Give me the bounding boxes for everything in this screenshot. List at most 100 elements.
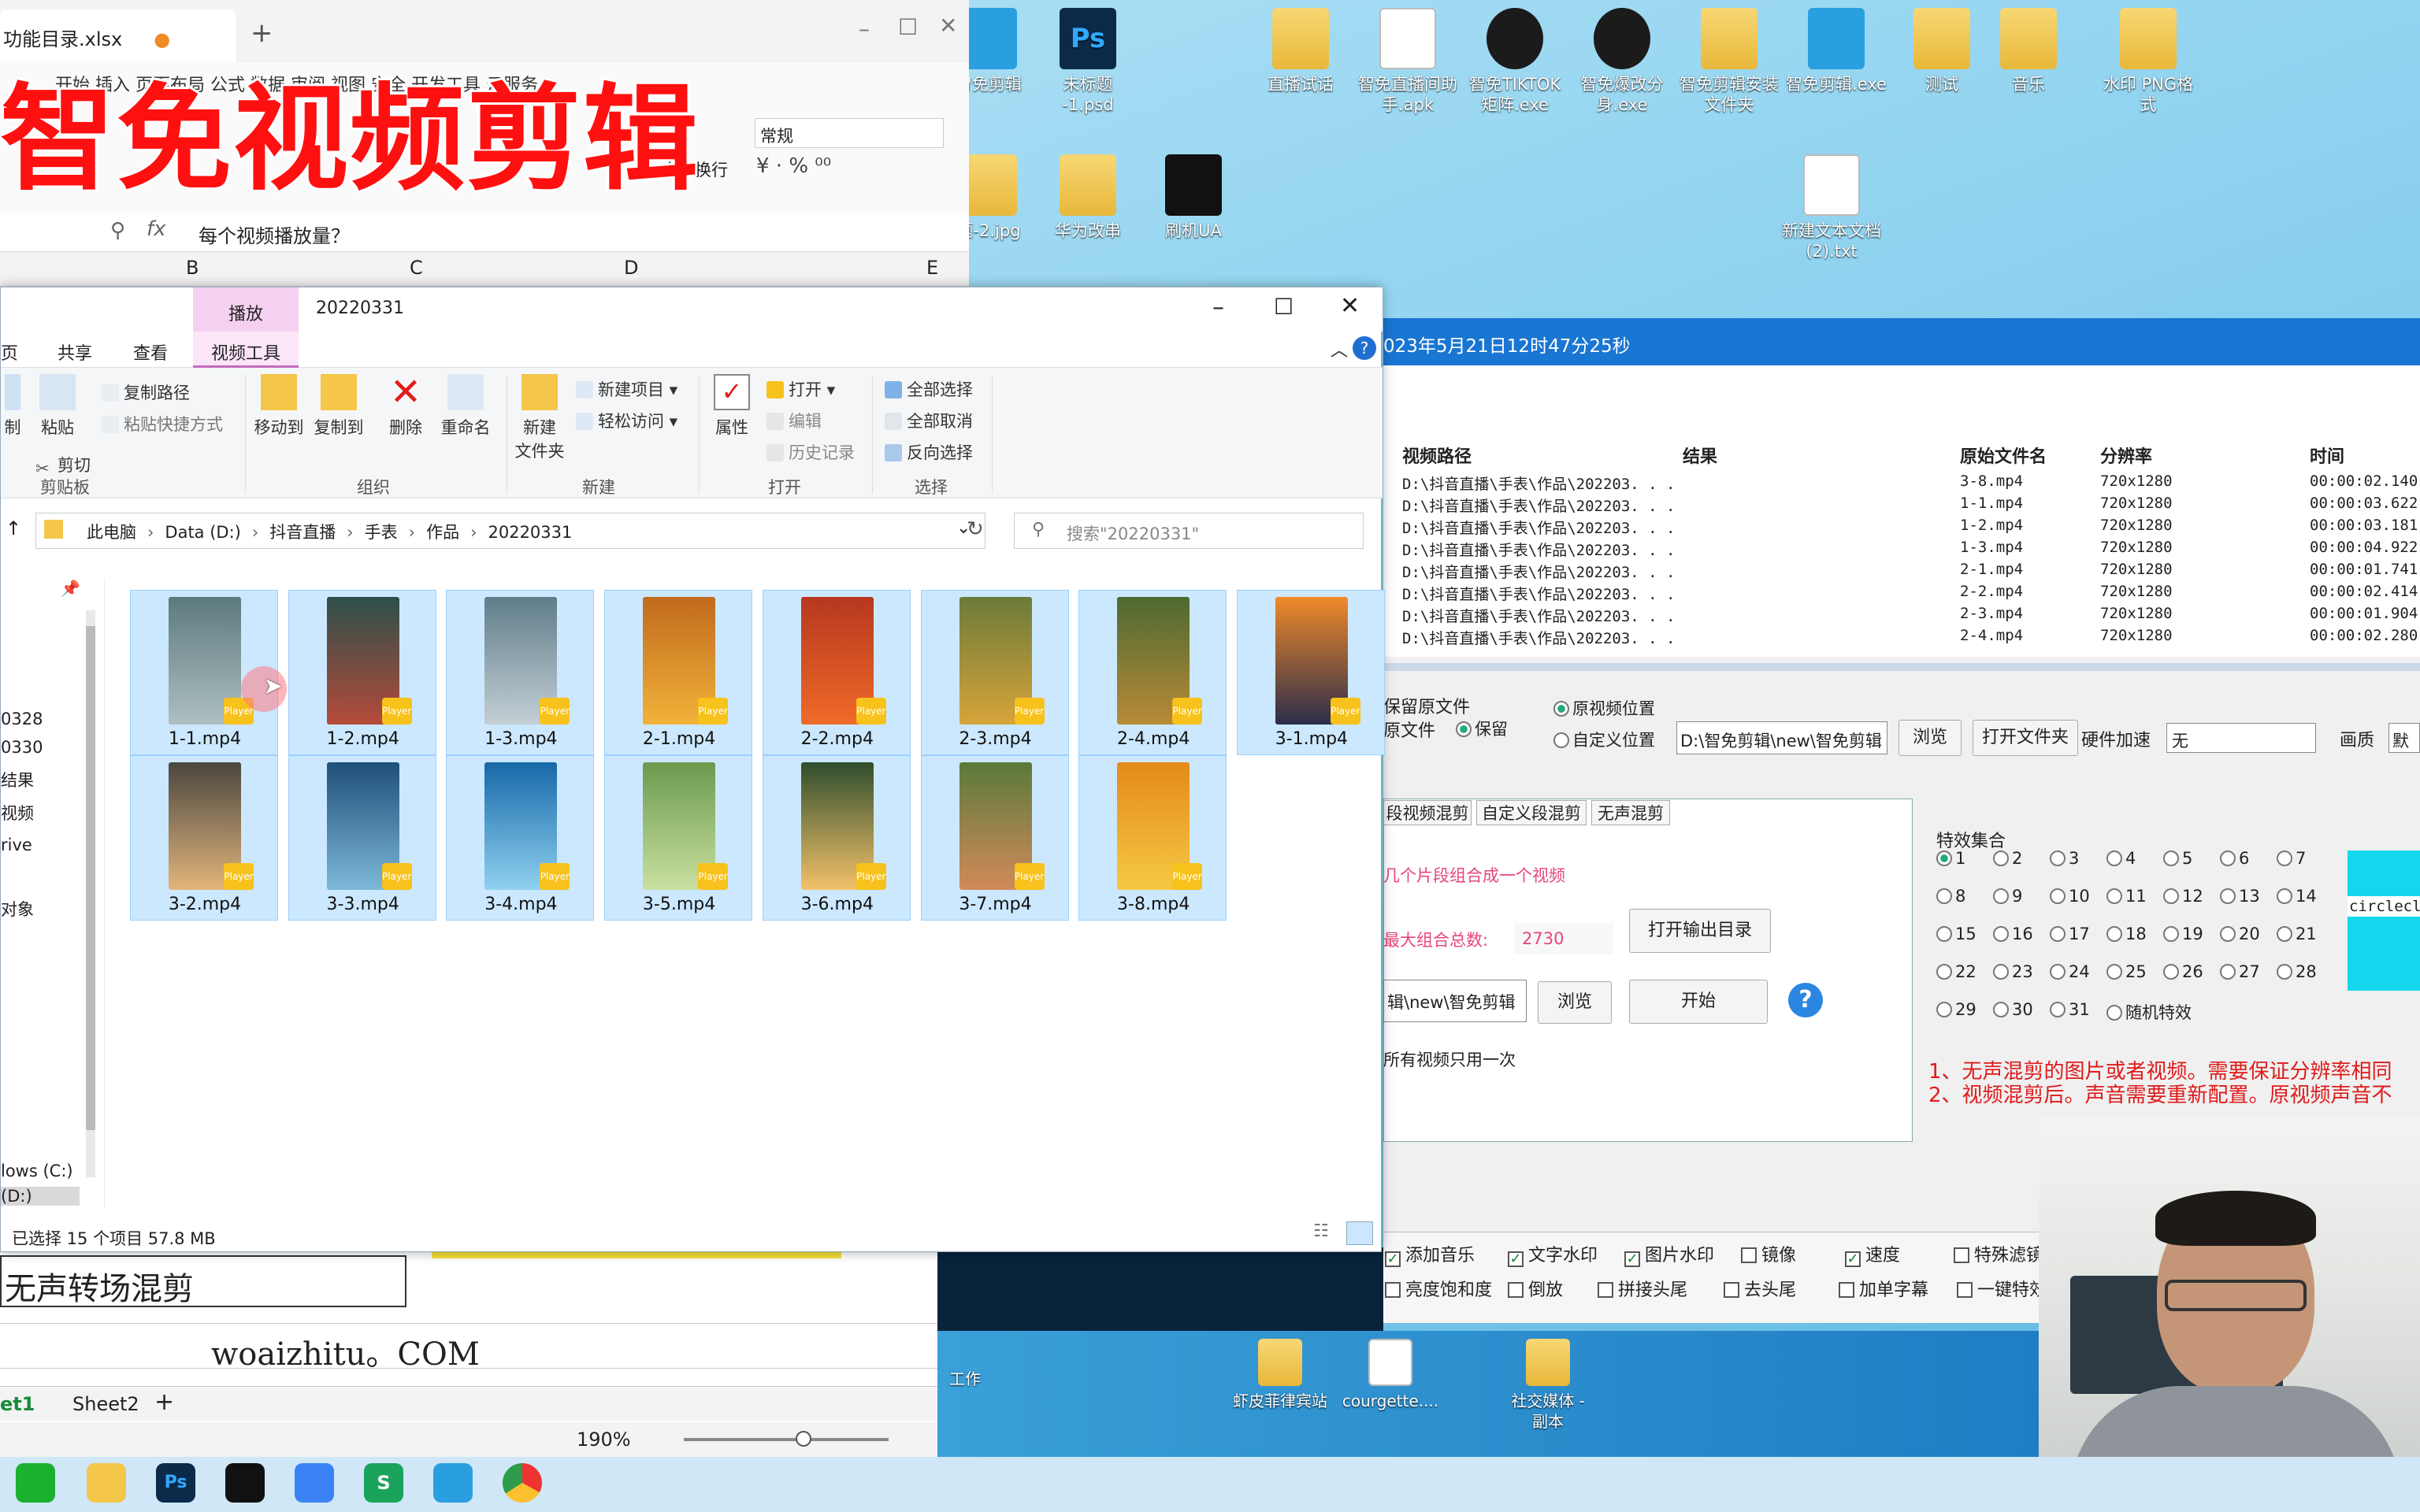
fx-radio-18[interactable]: 18	[2106, 925, 2147, 943]
open-output-button[interactable]: 打开输出目录	[1629, 909, 1771, 953]
nav-item[interactable]: 0328	[1, 710, 43, 728]
fx-radio-23[interactable]: 23	[1993, 962, 2033, 981]
desktop-icon-huawei[interactable]: 华为改串	[1029, 154, 1147, 241]
table-row[interactable]: D:\抖音直播\手表\作品\202203. . . 2-4.mp4 720x1280…	[1383, 627, 2420, 649]
tab-custom-mix[interactable]: 自定义段混剪	[1476, 800, 1587, 825]
nav-item[interactable]: 结果	[1, 768, 34, 791]
table-row[interactable]: D:\抖音直播\手表\作品\202203. . . 1-3.mp4 720x1280…	[1383, 539, 2420, 561]
edit-button[interactable]: 编辑	[766, 409, 822, 432]
zoom-slider[interactable]	[684, 1438, 889, 1441]
tab-video-tools[interactable]: 视频工具	[193, 332, 299, 368]
video-file-item[interactable]: Player 3-8.mp4	[1078, 755, 1227, 921]
col-filename[interactable]: 原始文件名	[1960, 443, 2047, 468]
desktop-icon-apk[interactable]: 智免直播间助 手.apk	[1349, 8, 1467, 115]
currency-format-icon[interactable]: ¥ · % ⁰⁰	[756, 154, 831, 178]
help-icon[interactable]: ?	[1353, 336, 1376, 360]
search-box[interactable]: ⚲ 搜索"20220331"	[1014, 513, 1364, 549]
desktop-item-social[interactable]: 社交媒体 - 副本	[1489, 1339, 1607, 1432]
fx-radio-21[interactable]: 21	[2277, 925, 2317, 943]
fx-radio-24[interactable]: 24	[2050, 962, 2090, 981]
option-checkbox[interactable]: ✓ 文字水印	[1508, 1241, 1598, 1267]
desktop-item-courgette[interactable]: courgette....	[1331, 1339, 1449, 1411]
desktop-item-work[interactable]: 工作	[906, 1369, 1024, 1389]
paste-button[interactable]: 粘贴	[34, 374, 81, 439]
large-icons-view-icon[interactable]	[1346, 1221, 1373, 1245]
desktop-icon-txt[interactable]: 新建文本文档 (2).txt	[1772, 154, 1891, 261]
nav-item[interactable]: lows (C:)	[1, 1162, 73, 1180]
wps-sheet-icon[interactable]: S	[364, 1463, 403, 1503]
col-result[interactable]: 结果	[1683, 443, 1717, 468]
zoom-slider-thumb[interactable]	[796, 1431, 811, 1447]
help-icon[interactable]: ?	[1788, 983, 1823, 1017]
option-checkbox[interactable]: ✓ 图片水印	[1624, 1241, 1714, 1267]
max-total-field[interactable]: 2730	[1514, 923, 1613, 954]
wps-doc-tab[interactable]: 功能目录.xlsx ●	[0, 9, 236, 63]
option-checkbox[interactable]: 一键特效	[1957, 1276, 2047, 1301]
wechat-icon[interactable]	[16, 1463, 55, 1503]
nav-item[interactable]: (D:)	[1, 1187, 80, 1206]
table-row[interactable]: D:\抖音直播\手表\作品\202203. . . 2-2.mp4 720x1280…	[1383, 583, 2420, 605]
option-checkbox[interactable]: 拼接头尾	[1598, 1276, 1687, 1301]
fx-radio-11[interactable]: 11	[2106, 887, 2147, 906]
table-row[interactable]: D:\抖音直播\手表\作品\202203. . . 3-8.mp4 720x1280…	[1383, 472, 2420, 495]
desktop-icon-jianji-exe[interactable]: 智免剪辑.exe	[1777, 8, 1895, 94]
select-none-button[interactable]: 全部取消	[885, 409, 973, 432]
fx-radio-2[interactable]: 2	[1993, 849, 2022, 868]
table-row[interactable]: D:\抖音直播\手表\作品\202203. . . 1-2.mp4 720x1280…	[1383, 517, 2420, 539]
cell-b[interactable]: woaizhitu。COM	[0, 1323, 945, 1373]
nav-item[interactable]: rive	[1, 836, 32, 854]
fx-radio-13[interactable]: 13	[2220, 887, 2260, 906]
option-checkbox[interactable]: 镜像	[1741, 1241, 1796, 1266]
fx-radio-10[interactable]: 10	[2050, 887, 2090, 906]
keep-radio[interactable]: 保留	[1456, 717, 1508, 740]
up-arrow-icon[interactable]: ↑	[6, 517, 21, 539]
quality-select[interactable]: 默认	[2388, 723, 2420, 753]
table-row[interactable]: D:\抖音直播\手表\作品\202203. . . 2-3.mp4 720x1280…	[1383, 605, 2420, 627]
breadcrumb-item[interactable]: 抖音直播	[269, 523, 336, 542]
desktop-icon-tiktok[interactable]: 智免TIKTOK 矩阵.exe	[1456, 8, 1574, 115]
file-explorer-icon[interactable]	[87, 1463, 126, 1503]
fx-radio-27[interactable]: 27	[2220, 962, 2260, 981]
fx-radio-6[interactable]: 6	[2220, 849, 2249, 868]
fx-radio-17[interactable]: 17	[2050, 925, 2090, 943]
breadcrumb-item[interactable]: 此电脑	[87, 523, 136, 542]
desktop-item-shopee[interactable]: 虾皮菲律宾站	[1221, 1339, 1339, 1411]
option-checkbox[interactable]: ✓ 添加音乐	[1385, 1241, 1475, 1267]
video-file-item[interactable]: Player 3-3.mp4	[288, 755, 436, 921]
minimize-icon[interactable]: –	[1212, 294, 1224, 321]
nav-item[interactable]: 0330	[1, 738, 43, 757]
col-time[interactable]: 时间	[2310, 443, 2344, 468]
fx-radio-30[interactable]: 30	[1993, 1000, 2033, 1019]
fx-radio-5[interactable]: 5	[2163, 849, 2192, 868]
browse2-button[interactable]: 浏览	[1538, 981, 1612, 1024]
video-file-item[interactable]: Player 2-3.mp4	[920, 590, 1069, 755]
fx-radio-32[interactable]: 随机特效	[2106, 1000, 2192, 1024]
fx-radio-16[interactable]: 16	[1993, 925, 2033, 943]
fx-radio-29[interactable]: 29	[1936, 1000, 1976, 1019]
option-checkbox[interactable]: 去头尾	[1724, 1276, 1796, 1301]
open-folder-button[interactable]: 打开文件夹	[1973, 720, 2078, 756]
sheet1-tab[interactable]: et1	[0, 1393, 35, 1415]
video-file-item[interactable]: Player 3-2.mp4	[130, 755, 278, 921]
option-checkbox[interactable]: 倒放	[1508, 1276, 1563, 1301]
cut-button[interactable]: ✂ 剪切	[35, 453, 91, 478]
fx-radio-15[interactable]: 15	[1936, 925, 1976, 943]
chrome-icon[interactable]	[503, 1463, 542, 1503]
fx-radio-3[interactable]: 3	[2050, 849, 2079, 868]
col-path[interactable]: 视频路径	[1402, 443, 1472, 468]
desktop-icon-baogai[interactable]: 智免爆改分 身.exe	[1563, 8, 1681, 115]
context-tab-play[interactable]: 播放	[193, 287, 299, 332]
fx-radio-25[interactable]: 25	[2106, 962, 2147, 981]
properties-button[interactable]: ✓ 属性	[708, 374, 755, 439]
fx-radio-8[interactable]: 8	[1936, 887, 1965, 906]
maximize-icon[interactable]: ☐	[898, 14, 918, 40]
select-all-button[interactable]: 全部选择	[885, 377, 973, 401]
nav-scrollbar[interactable]	[86, 610, 95, 1177]
tab-view[interactable]: 查看	[133, 339, 168, 365]
sheet2-tab[interactable]: Sheet2	[72, 1393, 139, 1415]
video-file-item[interactable]: Player 3-4.mp4	[446, 755, 595, 921]
tab-segment-mix[interactable]: 段视频混剪	[1383, 800, 1472, 825]
pin-icon[interactable]: 📌	[61, 579, 80, 598]
new-item-button[interactable]: 新建项目 ▾	[576, 377, 677, 401]
close-icon[interactable]: ✕	[939, 13, 957, 39]
